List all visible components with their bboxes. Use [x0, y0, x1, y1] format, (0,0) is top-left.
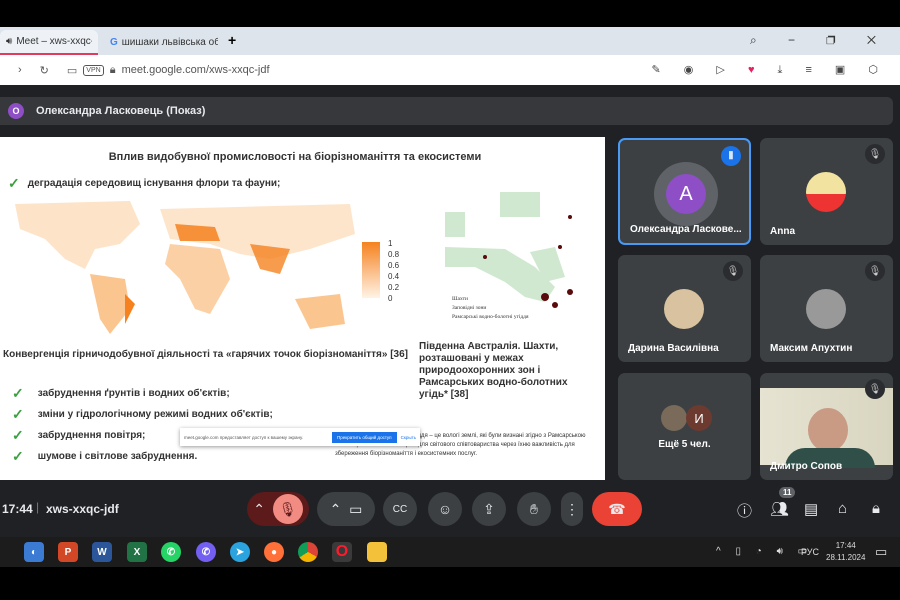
new-tab-button[interactable]: +: [228, 32, 236, 48]
participant-count-badge: 11: [779, 487, 796, 498]
excel-icon[interactable]: X: [127, 542, 147, 562]
activities-icon[interactable]: ⌂: [838, 500, 847, 517]
tab-meet[interactable]: 🔊︎Meet – xws-xxqc-jdf: [0, 30, 98, 55]
file-explorer-icon[interactable]: [367, 542, 387, 562]
reload-icon[interactable]: ↻: [40, 64, 49, 77]
vpn-badge[interactable]: VPN: [83, 64, 104, 76]
screen-share-notice: meet.google.com предоставляет доступ к в…: [180, 428, 420, 446]
speaking-icon: ⦀: [721, 146, 741, 166]
whatsapp-icon[interactable]: ✆: [161, 542, 181, 562]
slide-title: Вплив видобувної промисловості на біоріз…: [108, 151, 482, 163]
host-controls-icon[interactable]: 🔒︎: [872, 500, 880, 517]
google-icon: G: [110, 37, 118, 48]
end-call-button[interactable]: ☎︎: [592, 492, 642, 526]
map-legend: Шахти Заповідні зони Рамсарські водно-боло…: [452, 296, 529, 320]
more-participants-tile[interactable]: И Ещё 5 чел.: [618, 373, 751, 480]
chevron-up-icon[interactable]: ⌃: [253, 501, 265, 518]
word-icon[interactable]: W: [92, 542, 112, 562]
avatar: [806, 172, 846, 212]
mic-off-icon: 🎙︎: [272, 494, 303, 524]
emoji-button[interactable]: ☺: [428, 492, 462, 526]
more-options-button[interactable]: ⋮: [561, 492, 583, 526]
check-icon: ✓: [12, 427, 24, 443]
browser-tab-bar: 🔊︎Meet – xws-xxqc-jdf Gшишаки львівська …: [0, 27, 900, 55]
color-scale-ticks: 1 0.8 0.6 0.4 0.2 0: [388, 239, 400, 303]
participant-tile[interactable]: 🎙︎ Максим Апухтин: [760, 255, 893, 362]
url-field[interactable]: meet.google.com/xws-xxqc-jdf: [122, 64, 270, 76]
presenter-bar: О Олександра Ласковець (Показ): [0, 97, 893, 125]
language-indicator[interactable]: РУС: [801, 547, 819, 557]
info-icon[interactable]: ⓘ: [737, 500, 752, 521]
hide-button[interactable]: Скрыть: [401, 435, 416, 440]
camera-icon: ▭: [349, 500, 363, 517]
divider: |: [36, 500, 40, 514]
mic-off-icon: 🎙︎: [865, 261, 885, 281]
world-heatmap: [15, 201, 355, 334]
notifications-icon[interactable]: ▭: [875, 544, 887, 560]
address-bar: › ↻ ▭ VPN 🔒︎ meet.google.com/xws-xxqc-jd…: [0, 55, 900, 85]
caption-left: Конвергенція гірничодобувної діяльності …: [3, 349, 408, 360]
mic-off-icon: 🎙︎: [865, 144, 885, 164]
presenter-avatar: О: [8, 103, 24, 119]
participant-tile[interactable]: 🎙︎ Дарина Василівна: [618, 255, 751, 362]
avatar: [661, 405, 687, 431]
tab-search[interactable]: Gшишаки львівська облас: [104, 30, 224, 55]
face: [808, 408, 848, 452]
ccleaner-icon[interactable]: ◐: [24, 542, 44, 562]
present-button[interactable]: ⇪: [472, 492, 506, 526]
presenter-label: Олександра Ласковець (Показ): [36, 105, 206, 117]
check-icon: ✓: [12, 448, 24, 464]
camera-icon[interactable]: ▭: [67, 64, 77, 77]
opera-icon[interactable]: O: [332, 542, 352, 562]
lock-icon: 🔒︎: [109, 63, 116, 76]
chrome-icon[interactable]: [298, 542, 318, 562]
chat-icon[interactable]: ▤: [804, 500, 818, 518]
mic-off-icon: 🎙︎: [723, 261, 743, 281]
shared-screen: Вплив видобувної промисловості на біоріз…: [0, 137, 605, 480]
clock[interactable]: 17:44 28.11.2024: [826, 540, 865, 564]
bullet-list: ✓ забруднення ґрунтів і водних об'єктів; …: [12, 383, 273, 467]
chevron-up-icon[interactable]: ⌃: [330, 501, 342, 518]
powerpoint-icon[interactable]: P: [58, 542, 78, 562]
avatar: [806, 289, 846, 329]
stop-sharing-button[interactable]: Прекратить общий доступ: [332, 431, 397, 443]
avatar: И: [686, 405, 712, 431]
check-icon: ✓: [12, 385, 24, 401]
viber-icon[interactable]: ✆: [196, 542, 216, 562]
check-icon: ✓: [12, 406, 24, 422]
telegram-icon[interactable]: ➤: [230, 542, 250, 562]
speaker-icon: 🔊︎: [6, 36, 13, 47]
toolbar-icons[interactable]: ✎ ◉ ▷ ♥ ⤓ ≡ ▣ ⬡: [652, 63, 889, 77]
participant-tile[interactable]: А ⦀ Олександра Ласкове...: [618, 138, 751, 245]
forward-icon[interactable]: ›: [18, 64, 22, 76]
window-controls[interactable]: ⌕ − ❐ ✕: [750, 33, 890, 48]
people-icon[interactable]: 👥︎: [770, 500, 789, 518]
meeting-time: 17:44: [2, 502, 33, 516]
mic-off-icon: 🎙︎: [865, 379, 885, 399]
participant-tile[interactable]: 🎙︎ Дмитро Сопов: [760, 373, 893, 480]
avatar: А: [666, 174, 706, 214]
meeting-code: xws-xxqc-jdf: [46, 502, 119, 516]
participant-tile[interactable]: 🎙︎ Anna: [760, 138, 893, 245]
system-tray[interactable]: ^ ▯ ◔ 🔊︎ ▭: [716, 546, 813, 557]
mic-toggle[interactable]: ⌃ 🎙︎: [247, 492, 309, 526]
avatar: [664, 289, 704, 329]
firefox-icon[interactable]: ●: [264, 542, 284, 562]
color-scale: [362, 242, 380, 298]
camera-toggle[interactable]: ⌃ ▭: [317, 492, 375, 526]
check-icon: ✓: [8, 175, 20, 191]
caption-right: Південна Австралія. Шахти, розташовані у…: [419, 341, 568, 400]
captions-button[interactable]: CC: [383, 492, 417, 526]
raise-hand-button[interactable]: ✋︎: [517, 492, 551, 526]
